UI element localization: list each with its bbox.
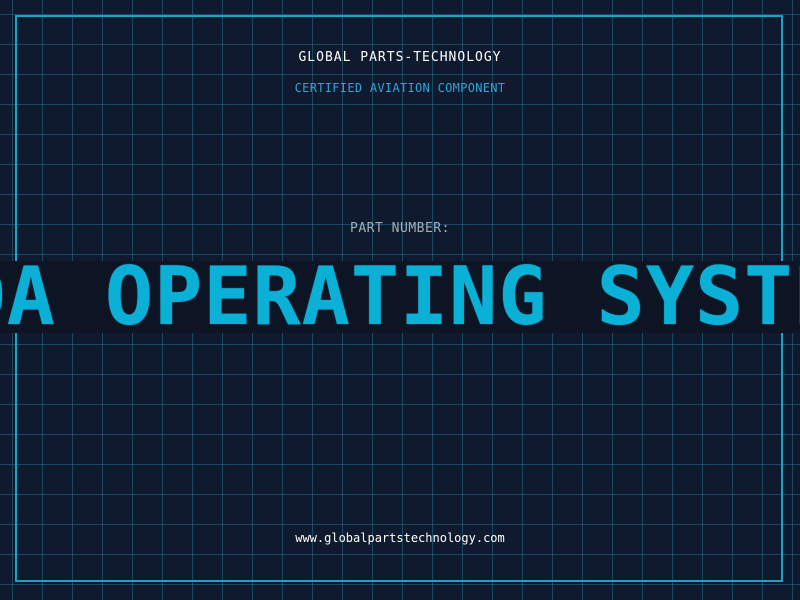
part-number-label: PART NUMBER: [350,221,450,236]
company-name: GLOBAL PARTS-TECHNOLOGY [298,50,502,65]
certification-subtitle: CERTIFIED AVIATION COMPONENT [294,81,506,95]
part-number-value: ADA OPERATING SYSTEM [0,261,800,333]
website-url: www.globalpartstechnology.com [295,531,505,545]
part-number-band: ADA OPERATING SYSTEM [0,261,800,333]
